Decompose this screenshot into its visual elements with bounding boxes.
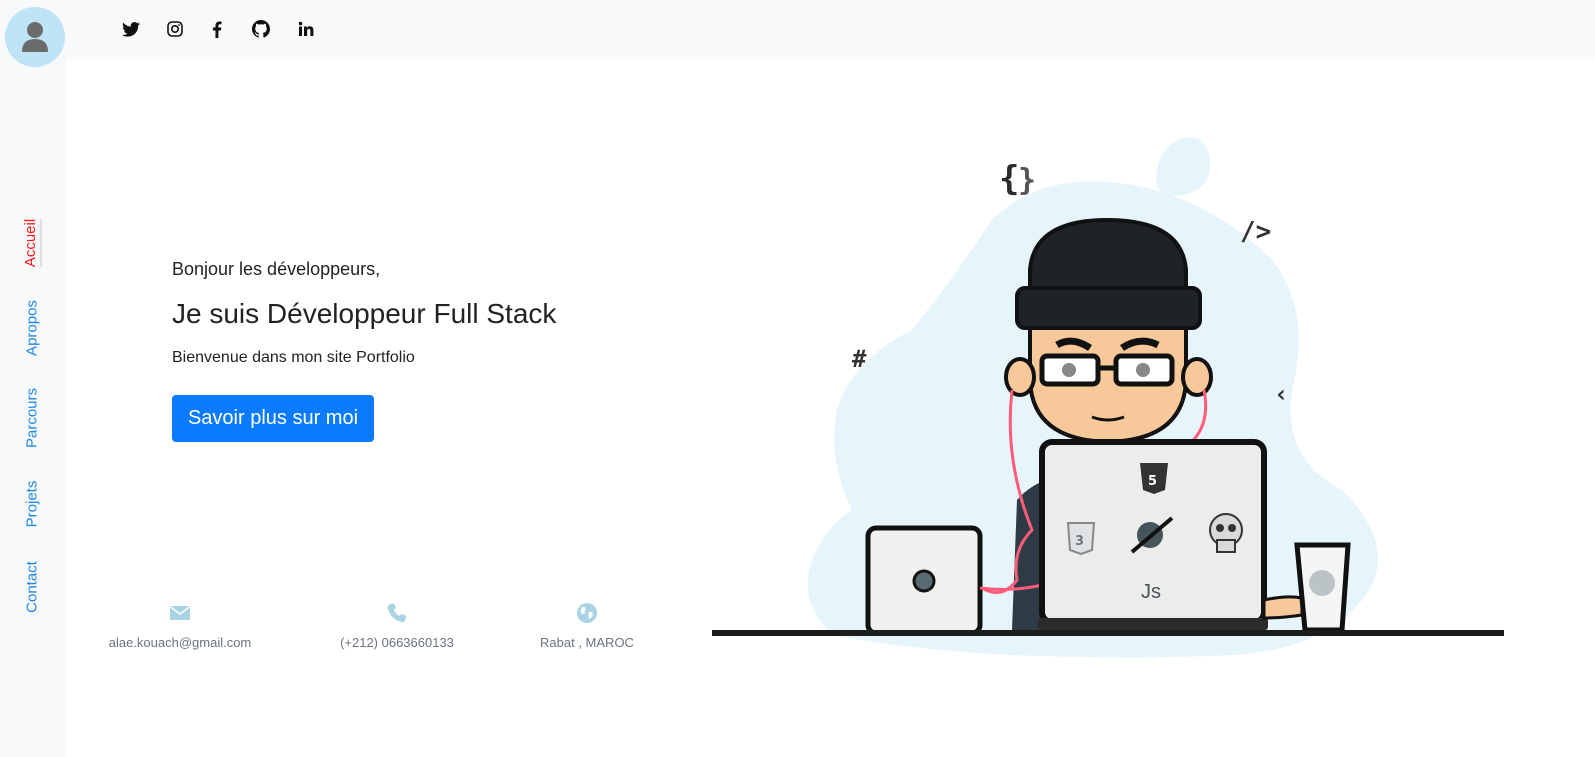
envelope-icon (170, 606, 190, 620)
phone-text: (+212) 0663660133 (340, 635, 454, 650)
svg-text:{: { (999, 159, 1019, 199)
instagram-icon[interactable] (165, 19, 185, 39)
svg-text:‹: ‹ (1274, 380, 1288, 408)
sidebar-item-contact[interactable]: Contact (24, 561, 41, 613)
contact-location: Rabat , MAROC (497, 602, 677, 652)
contact-phone: (+212) 0663660133 (307, 602, 487, 652)
contact-email: alae.kouach@gmail.com (90, 602, 270, 652)
sidebar-item-apropos[interactable]: Apropos (24, 300, 41, 356)
laptop-js-label: Js (1141, 581, 1161, 603)
facebook-icon[interactable] (207, 19, 227, 39)
developer-illustration: { } /> # ‹ 5 3 Js (712, 137, 1504, 658)
svg-text:}: } (1018, 163, 1036, 198)
sidebar-item-parcours[interactable]: Parcours (24, 388, 41, 448)
greeting-text: Bonjour les développeurs, (172, 259, 381, 279)
sidebar-item-projets[interactable]: Projets (24, 481, 41, 528)
globe-icon (577, 603, 597, 623)
subtitle-text: Bienvenue dans mon site Portfolio (172, 349, 415, 366)
page-title: Je suis Développeur Full Stack (172, 298, 557, 329)
email-text: alae.kouach@gmail.com (108, 635, 252, 650)
github-icon[interactable] (251, 19, 271, 39)
about-me-button[interactable]: Savoir plus sur moi (172, 395, 374, 442)
svg-text:/>: /> (1240, 217, 1271, 247)
twitter-icon[interactable] (121, 19, 141, 39)
location-text: Rabat , MAROC (540, 635, 634, 650)
avatar[interactable] (5, 7, 65, 67)
phone-icon (387, 603, 406, 623)
svg-text:3: 3 (1075, 534, 1084, 549)
svg-text:5: 5 (1148, 474, 1157, 489)
linkedin-icon[interactable] (296, 19, 316, 39)
top-bar (66, 0, 1595, 59)
svg-text:#: # (852, 345, 867, 373)
sidebar-item-accueil[interactable]: Accueil (22, 218, 42, 268)
background-blob (1156, 137, 1211, 196)
sidebar: Accueil Apropos Parcours Projets Contact (0, 0, 66, 757)
user-icon (22, 22, 48, 52)
